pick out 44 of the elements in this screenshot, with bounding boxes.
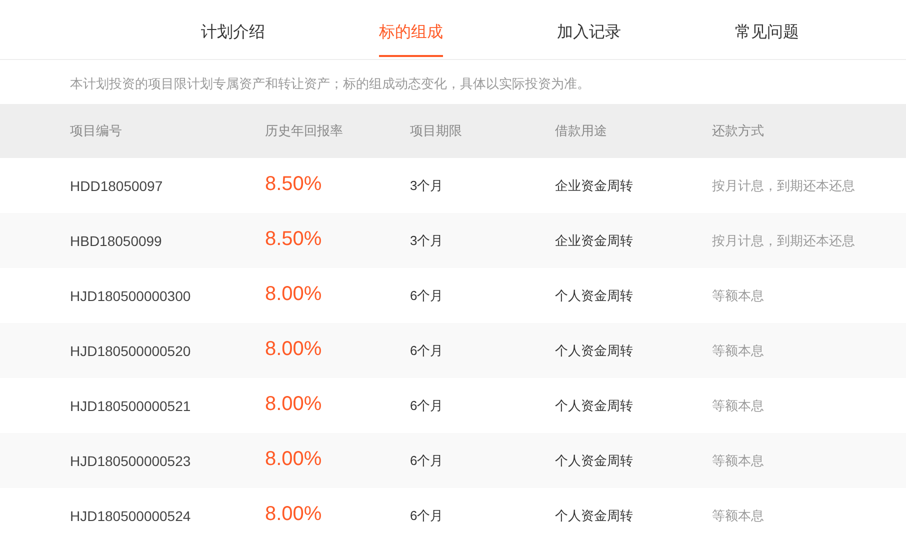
- table-cell-text: 3个月: [410, 232, 444, 250]
- column-header: 还款方式: [712, 122, 765, 140]
- table-cell-text: 3个月: [410, 176, 444, 194]
- tab[interactable]: 计划介绍: [201, 0, 265, 57]
- table-cell-text: HDD18050097: [70, 178, 164, 194]
- table-cell-text: 按月计息，到期还本还息: [712, 176, 856, 194]
- table-cell-text: 等额本息: [712, 396, 765, 414]
- table-cell-text: 6个月: [410, 506, 444, 524]
- tab[interactable]: 加入记录: [557, 0, 621, 57]
- table-cell-text: HJD180500000520: [70, 342, 192, 358]
- table-cell-text: 等额本息: [712, 286, 765, 304]
- table-cell-text: 8.50%: [265, 228, 323, 251]
- table-cell-text: 等额本息: [712, 342, 765, 360]
- table-cell-text: 等额本息: [712, 452, 765, 470]
- table-cell-text: 企业资金周转: [555, 232, 634, 250]
- table-cell-text: HBD18050099: [70, 232, 163, 248]
- table-cell-text: 6个月: [410, 342, 444, 360]
- table-cell-text: 8.00%: [265, 448, 323, 471]
- table-cell-text: 8.50%: [265, 173, 323, 196]
- table-cell-text: 个人资金周转: [555, 396, 634, 414]
- table-cell-text: 8.00%: [265, 393, 323, 416]
- column-header: 项目编号: [70, 122, 123, 140]
- table-cell-text: HJD180500000521: [70, 398, 192, 414]
- table-cell-text: 6个月: [410, 396, 444, 414]
- table-cell-text: 6个月: [410, 286, 444, 304]
- tab[interactable]: 常见问题: [735, 0, 799, 57]
- table-cell-text: 8.00%: [265, 338, 323, 361]
- table-cell-text: 按月计息，到期还本还息: [712, 232, 856, 250]
- table-cell-text: HJD180500000523: [70, 452, 192, 468]
- table-cell-text: 个人资金周转: [555, 342, 634, 360]
- table-cell-text: 8.00%: [265, 503, 323, 526]
- table-cell-text: 8.00%: [265, 283, 323, 306]
- table-cell-text: 个人资金周转: [555, 506, 634, 524]
- table-cell-text: 等额本息: [712, 506, 765, 524]
- table-cell-text: 个人资金周转: [555, 452, 634, 470]
- table-cell-text: 个人资金周转: [555, 286, 634, 304]
- column-header: 历史年回报率: [265, 122, 344, 140]
- plan-note: 本计划投资的项目限计划专属资产和转让资产；标的组成动态变化，具体以实际投资为准。: [70, 76, 590, 91]
- table-cell-text: HJD180500000300: [70, 288, 192, 304]
- table-cell-text: 6个月: [410, 452, 444, 470]
- table-cell-text: HJD180500000524: [70, 508, 192, 524]
- column-header: 借款用途: [555, 122, 608, 140]
- table-cell-text: 企业资金周转: [555, 176, 634, 194]
- column-header: 项目期限: [410, 122, 463, 140]
